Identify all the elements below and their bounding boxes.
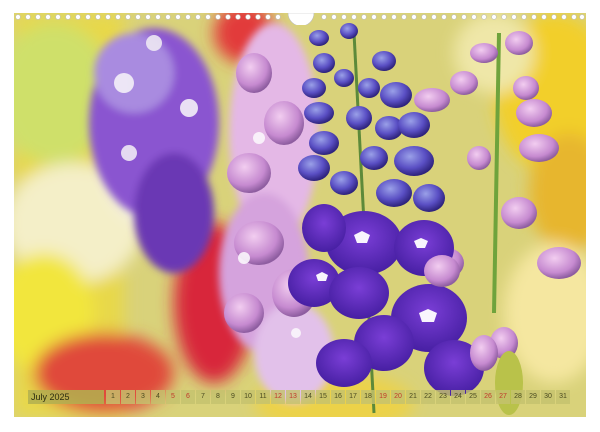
calendar-day: 3	[136, 390, 150, 404]
calendar-day: 23	[436, 390, 450, 404]
calendar-day: 2	[121, 390, 135, 404]
calendar-day: 27	[496, 390, 510, 404]
calendar-day: 11	[256, 390, 270, 404]
calendar-day: 8	[211, 390, 225, 404]
calendar-day: 18	[361, 390, 375, 404]
flower-photo	[14, 13, 586, 417]
calendar-day: 13	[286, 390, 300, 404]
day-strip: 1 2 3 4 5 6 7 8 9 10 11 12 13 14 15 16 17 18 19 20 21 22 23 24 2…	[106, 390, 570, 404]
calendar-day: 19	[376, 390, 390, 404]
calendar-day: 14	[301, 390, 315, 404]
month-label: July 2025	[28, 390, 104, 404]
calendar-day: 16	[331, 390, 345, 404]
calendar-day: 12	[271, 390, 285, 404]
calendar-day: 24	[451, 390, 465, 404]
calendar-day: 31	[556, 390, 570, 404]
calendar-day: 1	[106, 390, 120, 404]
calendar-day: 15	[316, 390, 330, 404]
calendar-day: 10	[241, 390, 255, 404]
calendar-day: 7	[196, 390, 210, 404]
calendar-day: 29	[526, 390, 540, 404]
calendar-day: 21	[406, 390, 420, 404]
calendar-day: 20	[391, 390, 405, 404]
calendar-day: 17	[346, 390, 360, 404]
calendar-day: 22	[421, 390, 435, 404]
calendar-day: 30	[541, 390, 555, 404]
calendar-day: 28	[511, 390, 525, 404]
calendar-day: 26	[481, 390, 495, 404]
calendar-bar: July 2025 1 2 3 4 5 6 7 8 9 10 11 12 13 14 15 16 17 18 19 2…	[28, 390, 570, 404]
calendar-day: 4	[151, 390, 165, 404]
spiral-binding	[15, 13, 585, 25]
calendar-day: 25	[466, 390, 480, 404]
calendar-day: 5	[166, 390, 180, 404]
calendar-day: 6	[181, 390, 195, 404]
calendar-day: 9	[226, 390, 240, 404]
